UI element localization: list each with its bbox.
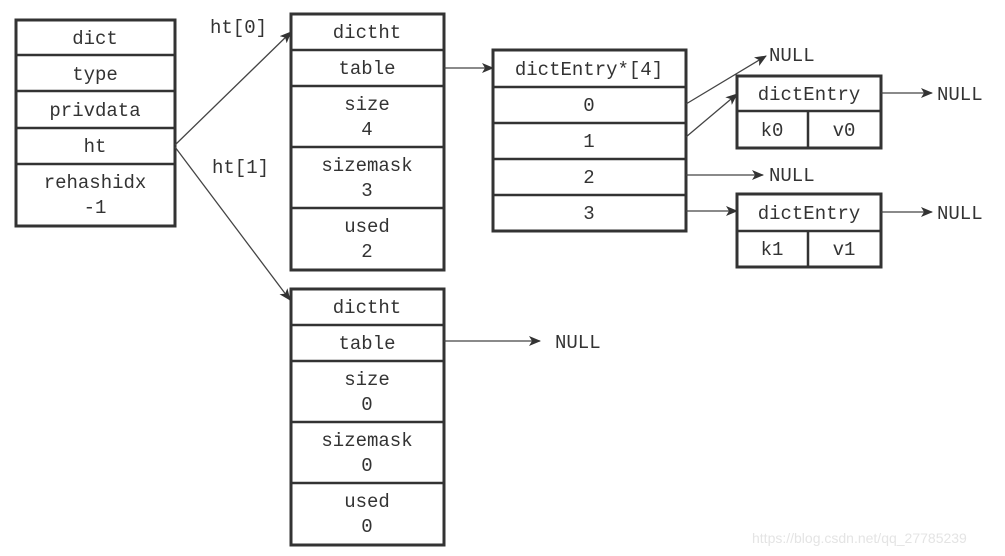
ht0-size: 4 <box>361 119 372 141</box>
ht1-size: 0 <box>361 394 372 416</box>
dictentry-1: dictEntry k1 v1 <box>735 192 883 269</box>
array-slot-3: 3 <box>583 203 594 225</box>
dict-field-ht: ht <box>84 136 107 158</box>
ht1-table-null: NULL <box>555 332 601 354</box>
ht0-title: dictht <box>333 22 401 44</box>
dict-field-privdata: privdata <box>49 100 140 122</box>
ht0-table: table <box>338 58 395 80</box>
entry0-title: dictEntry <box>758 84 861 106</box>
dictentry-array: dictEntry*[4] 0 1 2 3 <box>491 48 688 233</box>
ht1-label: ht[1] <box>212 157 269 179</box>
entry1-title: dictEntry <box>758 203 861 225</box>
ht1-sizemask-label: sizemask <box>321 430 412 452</box>
ht1-size-label: size <box>344 369 390 391</box>
array-slot-2: 2 <box>583 167 594 189</box>
ht0-used-label: used <box>344 216 390 238</box>
entry0-value: v0 <box>833 120 856 142</box>
entry1-value: v1 <box>833 239 856 261</box>
dict-rehashidx-value: -1 <box>84 197 107 219</box>
dictht-0: dictht table size 4 sizemask 3 used 2 <box>289 12 446 272</box>
watermark: https://blog.csdn.net/qq_27785239 <box>752 530 967 546</box>
ht1-title: dictht <box>333 297 401 319</box>
ht0-size-label: size <box>344 94 390 116</box>
dict-struct: dict type privdata ht rehashidx -1 <box>14 18 177 228</box>
ht1-used: 0 <box>361 516 372 538</box>
ht0-used: 2 <box>361 241 372 263</box>
entry0-key: k0 <box>761 120 784 142</box>
array-slot-1: 1 <box>583 131 594 153</box>
ht0-label: ht[0] <box>210 17 267 39</box>
slot1-arrow <box>685 93 738 138</box>
dict-structure-diagram: dict type privdata ht rehashidx -1 ht[0]… <box>14 12 983 547</box>
slot2-null: NULL <box>769 165 815 187</box>
dictht-1: dictht table size 0 sizemask 0 used 0 <box>289 287 446 547</box>
dictentry-0: dictEntry k0 v0 <box>735 74 883 150</box>
dict-title: dict <box>72 28 118 50</box>
entry0-next-null: NULL <box>937 84 983 106</box>
ht1-table: table <box>338 333 395 355</box>
ht0-sizemask: 3 <box>361 180 372 202</box>
array-title: dictEntry*[4] <box>515 59 663 81</box>
dict-field-type: type <box>72 64 118 86</box>
dict-field-rehashidx: rehashidx <box>44 172 147 194</box>
entry1-next-null: NULL <box>937 203 983 225</box>
slot0-null: NULL <box>769 45 815 67</box>
entry1-key: k1 <box>761 239 784 261</box>
array-slot-0: 0 <box>583 95 594 117</box>
ht0-sizemask-label: sizemask <box>321 155 412 177</box>
ht1-used-label: used <box>344 491 390 513</box>
ht0-arrow <box>174 31 292 146</box>
ht1-sizemask: 0 <box>361 455 372 477</box>
